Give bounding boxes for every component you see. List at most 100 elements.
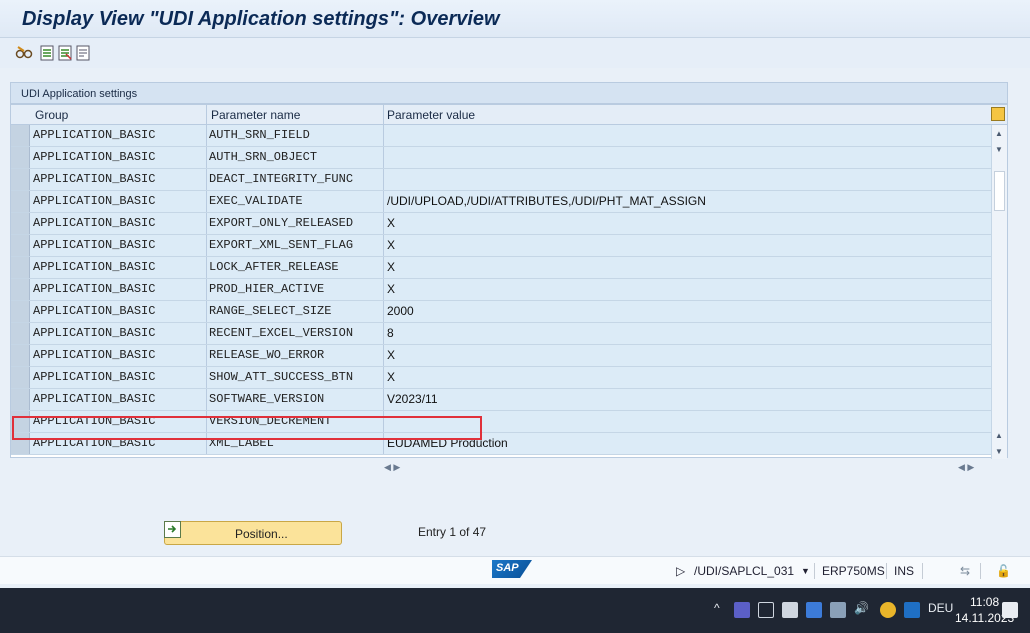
cell-parameter-value [383, 169, 983, 190]
table-row[interactable]: APPLICATION_BASIC RELEASE_WO_ERROR X [11, 345, 993, 367]
row-selector[interactable] [11, 323, 30, 344]
system-name: ERP750MS [822, 564, 885, 578]
horizontal-scroll-arrows[interactable]: ◀ ▶ [958, 462, 974, 476]
glasses-edit-icon[interactable] [14, 43, 34, 63]
cell-parameter-name: AUTH_SRN_OBJECT [209, 150, 318, 164]
row-selector[interactable] [11, 367, 30, 388]
scroll-down-icon[interactable]: ▼ [995, 447, 1003, 456]
table-row[interactable]: APPLICATION_BASIC EXPORT_ONLY_RELEASED X [11, 213, 993, 235]
table-row[interactable]: APPLICATION_BASIC AUTH_SRN_OBJECT [11, 147, 993, 169]
status-bar: SAP ▷ /UDI/SAPLCL_031 ▼ ERP750MS INS ⇆ 🔓 [0, 556, 1030, 584]
chevron-up-icon[interactable]: ^ [714, 601, 720, 615]
cell-parameter-name: EXPORT_ONLY_RELEASED [209, 216, 354, 230]
cell-group: APPLICATION_BASIC [33, 304, 156, 318]
cell-parameter-value: X [387, 260, 396, 274]
row-selector[interactable] [11, 213, 30, 234]
application-toolbar [0, 38, 1030, 68]
chevron-down-icon[interactable]: ▼ [801, 566, 810, 576]
cell-group: APPLICATION_BASIC [33, 150, 156, 164]
cell-group: APPLICATION_BASIC [33, 348, 156, 362]
scroll-up-icon[interactable]: ▲ [995, 431, 1003, 440]
cell-group: APPLICATION_BASIC [33, 238, 156, 252]
table-header: Group Parameter name Parameter value [11, 105, 1007, 125]
position-icon[interactable] [164, 521, 181, 538]
cell-parameter-name: EXPORT_XML_SENT_FLAG [209, 238, 354, 252]
table-row[interactable]: APPLICATION_BASIC SHOW_ATT_SUCCESS_BTN X [11, 367, 993, 389]
table-row[interactable]: APPLICATION_BASIC RANGE_SELECT_SIZE 2000 [11, 301, 993, 323]
settings-table: Group Parameter name Parameter value APP… [10, 104, 1008, 459]
details-icon[interactable] [73, 43, 93, 63]
lock-icon[interactable]: 🔓 [996, 564, 1011, 578]
cell-group: APPLICATION_BASIC [33, 194, 156, 208]
table-row[interactable]: APPLICATION_BASIC RECENT_EXCEL_VERSION 8 [11, 323, 993, 345]
teams-icon[interactable] [734, 602, 750, 618]
table-row[interactable]: APPLICATION_BASIC SOFTWARE_VERSION V2023/1… [11, 389, 993, 411]
cell-parameter-value: 2000 [387, 304, 414, 318]
horizontal-scroll-arrows[interactable]: ◀ ▶ [384, 462, 400, 476]
cell-parameter-value: /UDI/UPLOAD,/UDI/ATTRIBUTES,/UDI/PHT_MAT… [387, 194, 706, 208]
row-selector[interactable] [11, 235, 30, 256]
header-group[interactable]: Group [35, 108, 68, 122]
row-selector[interactable] [11, 301, 30, 322]
cell-parameter-value: X [387, 238, 396, 252]
cell-parameter-name: RANGE_SELECT_SIZE [209, 304, 332, 318]
title-bar: Display View "UDI Application settings":… [0, 0, 1030, 38]
row-selector[interactable] [11, 279, 30, 300]
database-icon[interactable] [880, 602, 896, 618]
cell-group: APPLICATION_BASIC [33, 326, 156, 340]
table-row[interactable]: APPLICATION_BASIC PROD_HIER_ACTIVE X [11, 279, 993, 301]
language-indicator[interactable]: DEU [928, 601, 953, 615]
position-button[interactable]: Position... [164, 521, 342, 545]
cell-parameter-name: SOFTWARE_VERSION [209, 392, 325, 406]
window-title: Display View "UDI Application settings":… [22, 8, 500, 30]
table-row[interactable]: APPLICATION_BASIC DEACT_INTEGRITY_FUNC [11, 169, 993, 191]
sap-logo: SAP [492, 560, 532, 578]
cell-parameter-value [383, 125, 983, 146]
network-icon[interactable] [806, 602, 822, 618]
panel-title: UDI Application settings [10, 82, 1008, 104]
layout-icon[interactable]: ⇆ [960, 564, 970, 578]
row-selector[interactable] [11, 191, 30, 212]
row-selector[interactable] [11, 169, 30, 190]
cell-group: APPLICATION_BASIC [33, 370, 156, 384]
row-selector[interactable] [11, 147, 30, 168]
column-settings-icon[interactable] [991, 107, 1005, 121]
table-row[interactable]: APPLICATION_BASIC EXEC_VALIDATE/UDI/UPLOA… [11, 191, 993, 213]
cell-parameter-name: RELEASE_WO_ERROR [209, 348, 325, 362]
monitor-icon[interactable] [758, 602, 774, 618]
cell-group: APPLICATION_BASIC [33, 260, 156, 274]
display-icon[interactable] [830, 602, 846, 618]
deselect-icon[interactable] [55, 43, 75, 63]
position-button-label: Position... [235, 527, 288, 541]
header-parameter-value[interactable]: Parameter value [387, 108, 475, 122]
row-selector[interactable] [11, 389, 30, 410]
row-selector[interactable] [11, 257, 30, 278]
cell-parameter-name: RECENT_EXCEL_VERSION [209, 326, 354, 340]
vertical-scrollbar[interactable]: ▲ ▼ ▲ ▼ [991, 125, 1007, 459]
cell-parameter-value: X [387, 348, 396, 362]
cell-parameter-value: V2023/11 [387, 392, 438, 406]
mail-icon[interactable] [782, 602, 798, 618]
outlook-icon[interactable] [904, 602, 920, 618]
row-selector[interactable] [11, 345, 30, 366]
header-parameter-name[interactable]: Parameter name [211, 108, 300, 122]
table-row[interactable]: APPLICATION_BASIC LOCK_AFTER_RELEASE X [11, 257, 993, 279]
entry-counter: Entry 1 of 47 [418, 525, 487, 539]
select-all-icon[interactable] [37, 43, 57, 63]
table-row[interactable]: APPLICATION_BASIC EXPORT_XML_SENT_FLAG X [11, 235, 993, 257]
status-expand-icon[interactable]: ▷ [676, 564, 685, 578]
scroll-up-icon[interactable]: ▲ [995, 129, 1003, 138]
scroll-down-icon[interactable]: ▼ [995, 145, 1003, 154]
highlight-box [12, 416, 482, 440]
cell-group: APPLICATION_BASIC [33, 216, 156, 230]
cell-group: APPLICATION_BASIC [33, 392, 156, 406]
cell-parameter-value: X [387, 216, 396, 230]
cell-parameter-name: SHOW_ATT_SUCCESS_BTN [209, 370, 354, 384]
speaker-icon[interactable]: 🔊 [854, 601, 869, 615]
cell-parameter-name: AUTH_SRN_FIELD [209, 128, 310, 142]
cell-parameter-value: X [387, 370, 396, 384]
table-row[interactable]: APPLICATION_BASIC AUTH_SRN_FIELD [11, 125, 993, 147]
row-selector[interactable] [11, 125, 30, 146]
notification-icon[interactable] [1002, 602, 1018, 618]
scroll-thumb[interactable] [994, 171, 1005, 211]
